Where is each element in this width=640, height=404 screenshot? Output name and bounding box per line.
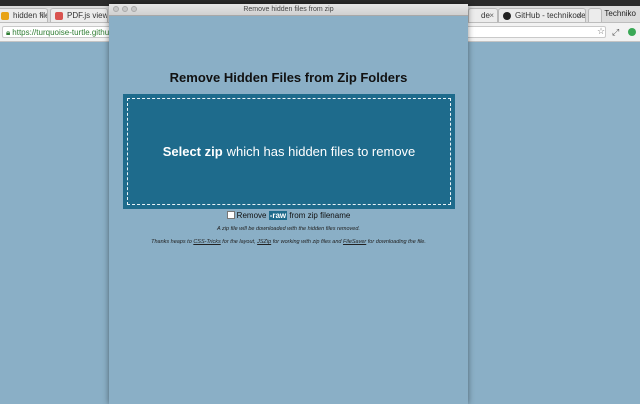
page-title: Remove Hidden Files from Zip Folders — [169, 70, 408, 85]
dropzone-strong-text: Select zip — [162, 144, 223, 159]
url-text: https://turquoise-turtle.github.i — [12, 28, 118, 37]
browser-tab-hidden-files[interactable]: hidden files f × — [0, 8, 48, 22]
css-tricks-link[interactable]: CSS-Tricks — [193, 239, 220, 245]
new-tab-button[interactable] — [588, 8, 602, 22]
extension-green-icon[interactable] — [628, 28, 636, 36]
tab-label: GitHub - technikodev — [515, 11, 586, 20]
browser-tab-partial[interactable]: de × — [468, 8, 498, 22]
option-label-after: from zip filename — [289, 211, 351, 220]
lock-icon: 🔒︎ — [6, 28, 11, 37]
window-titlebar: Remove hidden files from zip — [109, 4, 468, 16]
bookmark-star-icon[interactable]: ☆ — [597, 26, 605, 37]
credits-part: for the layout, — [222, 239, 256, 245]
filesaver-link[interactable]: FileSaver — [343, 239, 366, 245]
app-window: Remove hidden files from zip Remove Hidd… — [109, 4, 468, 404]
browser-tab-pdfjs[interactable]: PDF.js viewer — [50, 8, 108, 22]
credits-part: Thanks heaps to — [151, 239, 192, 245]
option-label-before: Remove — [236, 211, 267, 220]
dropzone-text: which has hidden files to remove — [226, 144, 416, 159]
download-note: A zip file will be downloaded with the h… — [217, 226, 360, 232]
close-icon[interactable]: × — [577, 9, 582, 22]
credits-part: for downloading the file. — [367, 239, 426, 245]
close-icon[interactable]: × — [39, 9, 44, 22]
browser-tab-github[interactable]: GitHub - technikodev × — [498, 8, 586, 22]
remove-raw-option: Remove -raw from zip filename — [109, 211, 468, 221]
credits-part: for working with zip files and — [272, 239, 342, 245]
close-icon[interactable]: × — [489, 9, 494, 22]
remove-raw-checkbox[interactable] — [226, 211, 235, 219]
credits-text: Thanks heaps to CSS-Tricks for the layou… — [109, 239, 468, 245]
favicon-icon — [55, 12, 63, 20]
jszip-link[interactable]: JSZip — [257, 239, 271, 245]
window-title: Remove hidden files from zip — [243, 6, 334, 13]
tab-label: PDF.js viewer — [67, 11, 108, 20]
extension-icon[interactable]: ⤢ — [612, 27, 619, 38]
profile-button[interactable]: Techniko — [604, 9, 636, 18]
zip-dropzone[interactable]: Select zip which has hidden files to rem… — [123, 94, 455, 209]
option-label-highlight: -raw — [268, 211, 288, 220]
favicon-icon — [1, 12, 9, 20]
dropzone-label[interactable]: Select zip which has hidden files to rem… — [127, 98, 451, 205]
github-icon — [503, 12, 511, 20]
